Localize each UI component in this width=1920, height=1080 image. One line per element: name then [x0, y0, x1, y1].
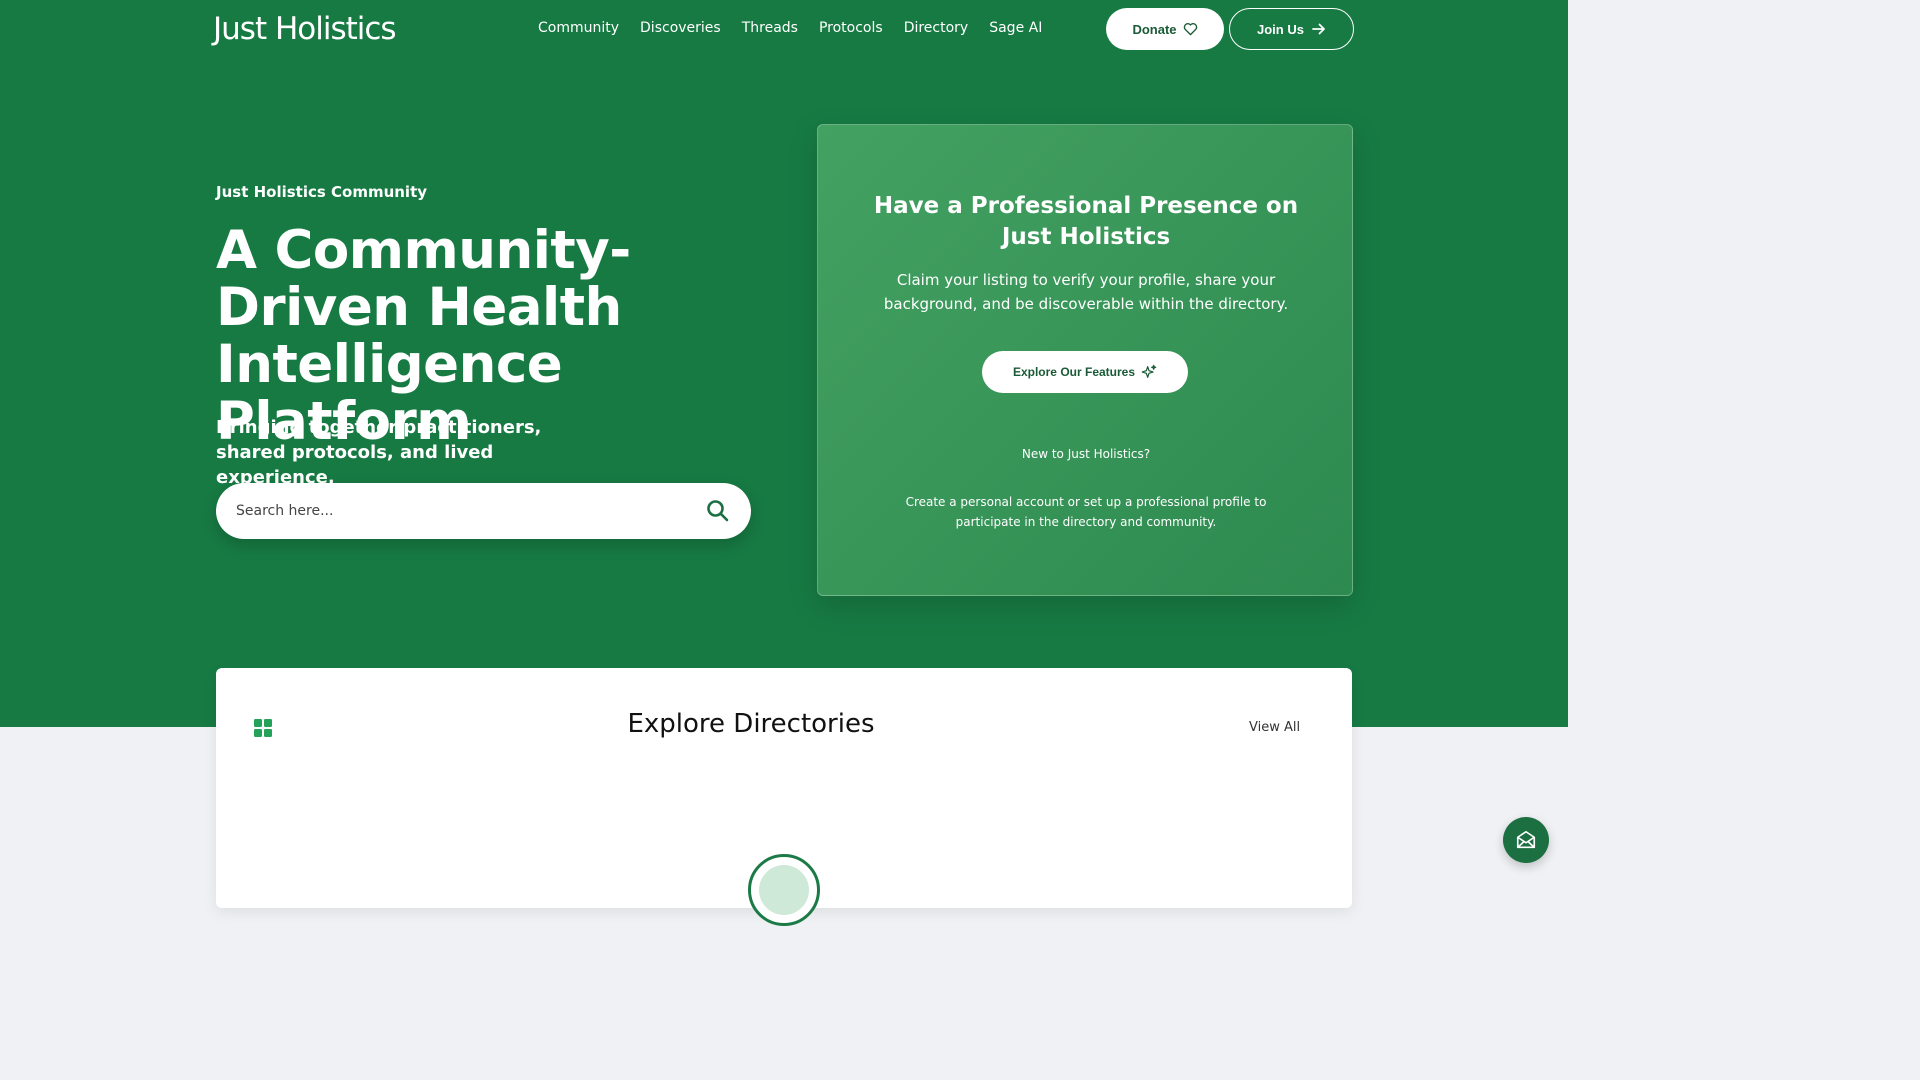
donate-button[interactable]: Donate [1106, 8, 1224, 50]
explore-directories-panel: Explore Directories View All [216, 668, 1352, 926]
donate-label: Donate [1132, 21, 1177, 37]
card-title: Have a Professional Presence on Just Hol… [873, 193, 1299, 250]
create-account-text: Create a personal account or set up a pr… [905, 495, 1267, 529]
sparkle-icon [1141, 364, 1157, 378]
search-icon[interactable] [705, 498, 731, 524]
new-user-prompt: New to Just Holistics? [1021, 447, 1151, 461]
nav-directory[interactable]: Directory [904, 20, 969, 36]
site-logo[interactable]: Just Holistics [213, 11, 397, 47]
nav-sage-ai[interactable]: Sage AI [989, 20, 1042, 36]
search-input[interactable] [236, 503, 705, 519]
join-button[interactable]: Join Us [1229, 8, 1354, 50]
main-nav: Community Discoveries Threads Protocols … [538, 20, 1042, 36]
directory-avatar-image [759, 865, 809, 915]
join-label: Join Us [1257, 21, 1304, 37]
view-all-link[interactable]: View All [1249, 720, 1300, 735]
contact-button[interactable] [1503, 817, 1549, 863]
nav-protocols[interactable]: Protocols [819, 20, 883, 36]
explore-features-button[interactable]: Explore Our Features [982, 351, 1188, 393]
explore-label: Explore Our Features [1012, 365, 1136, 379]
nav-community[interactable]: Community [538, 20, 619, 36]
nav-threads[interactable]: Threads [742, 20, 798, 36]
heart-icon [1183, 23, 1197, 36]
professional-presence-card: Have a Professional Presence on Just Hol… [817, 124, 1353, 596]
hero-subtitle: Bringing together practitioners, shared … [216, 417, 542, 488]
directories-title: Explore Directories [627, 709, 875, 739]
search-bar [216, 483, 751, 539]
arrow-right-icon [1312, 23, 1325, 35]
nav-discoveries[interactable]: Discoveries [640, 20, 721, 36]
hero-eyebrow: Just Holistics Community [216, 183, 428, 201]
directory-avatar[interactable] [748, 854, 820, 926]
card-description: Claim your listing to verify your profil… [883, 271, 1289, 313]
mail-icon [1516, 830, 1536, 849]
